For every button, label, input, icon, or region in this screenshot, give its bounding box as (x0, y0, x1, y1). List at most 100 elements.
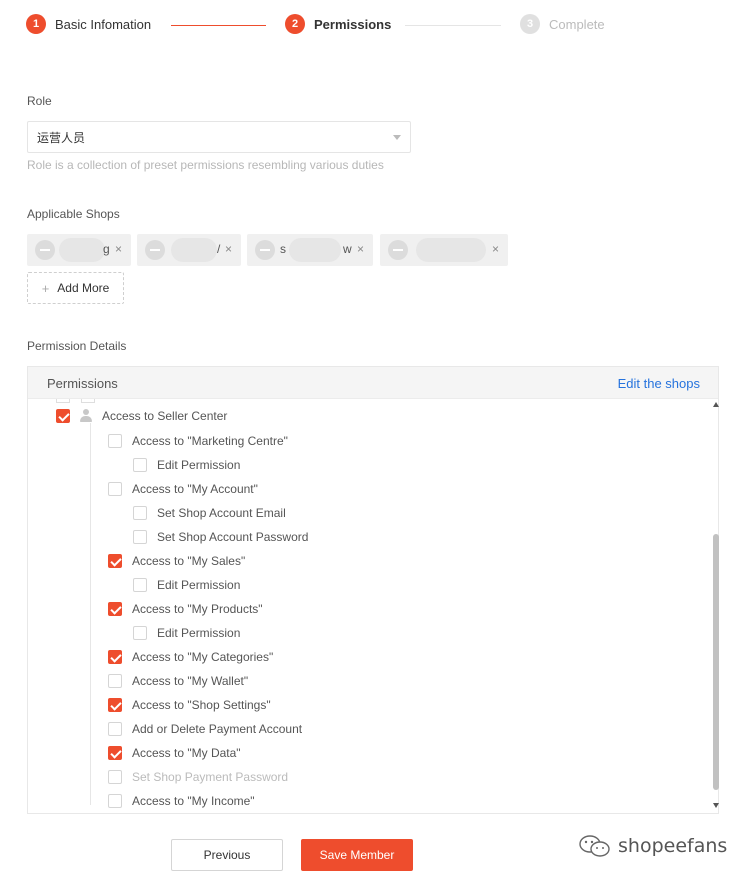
previous-button[interactable]: Previous (171, 839, 283, 871)
checkbox[interactable] (108, 434, 122, 448)
permission-label: Access to "My Data" (132, 746, 241, 760)
shop-tag: g × (27, 234, 131, 266)
checkbox[interactable] (108, 722, 122, 736)
permission-row[interactable]: Access to "My Wallet" (108, 671, 248, 691)
step-number: 1 (26, 14, 46, 34)
permission-row[interactable]: Access to "My Account" (108, 479, 258, 499)
permission-label: Access to "Shop Settings" (132, 698, 271, 712)
partial-checkbox (56, 399, 70, 403)
permission-label: Edit Permission (157, 626, 241, 640)
permission-row[interactable]: Edit Permission (133, 455, 240, 475)
permissions-header-title: Permissions (47, 376, 118, 391)
wechat-icon (579, 835, 610, 857)
shop-avatar-icon (255, 240, 275, 260)
step-label: Basic Infomation (55, 16, 152, 32)
checkbox[interactable] (108, 674, 122, 688)
edit-shops-link[interactable]: Edit the shops (618, 376, 700, 391)
permission-label: Set Shop Account Email (157, 506, 286, 520)
permission-row[interactable]: Access to "My Sales" (108, 551, 245, 571)
applicable-shops-label: Applicable Shops (27, 207, 120, 221)
checkbox[interactable] (133, 458, 147, 472)
redacted-shop-name (416, 238, 486, 262)
shop-name-fragment: / (217, 242, 221, 256)
shop-tag: × (380, 234, 508, 266)
checkbox[interactable] (108, 698, 122, 712)
step-permissions: 2 Permissions (285, 14, 391, 34)
permission-label: Access to "My Categories" (132, 650, 274, 664)
checkbox[interactable] (133, 530, 147, 544)
permission-row[interactable]: Access to "Shop Settings" (108, 695, 271, 715)
permission-label: Set Shop Payment Password (132, 770, 289, 784)
add-more-shops-button[interactable]: + Add More (27, 272, 124, 304)
checkbox[interactable] (56, 409, 70, 423)
permission-row-root[interactable]: Access to Seller Center (56, 406, 227, 426)
permission-label: Access to "My Sales" (132, 554, 246, 568)
checkbox[interactable] (133, 578, 147, 592)
shop-name-fragment: g (103, 242, 110, 256)
checkbox[interactable] (108, 746, 122, 760)
scroll-up-arrow-icon[interactable] (713, 402, 719, 407)
checkbox[interactable] (108, 650, 122, 664)
permission-label: Access to Seller Center (102, 409, 228, 423)
permission-label: Access to "My Wallet" (132, 674, 249, 688)
checkbox[interactable] (108, 554, 122, 568)
tree-guide-line (90, 423, 91, 805)
close-icon[interactable]: × (492, 242, 499, 256)
checkbox[interactable] (108, 602, 122, 616)
step-number: 2 (285, 14, 305, 34)
permission-label: Access to "My Products" (132, 602, 263, 616)
shop-tag: / × (137, 234, 241, 266)
permission-row[interactable]: Access to "My Income" (108, 791, 255, 811)
shop-avatar-icon (145, 240, 165, 260)
permission-row[interactable]: Set Shop Account Email (133, 503, 286, 523)
chevron-down-icon (393, 135, 401, 140)
step-label: Complete (549, 16, 605, 32)
close-icon[interactable]: × (115, 242, 122, 256)
step-label: Permissions (314, 16, 392, 32)
permission-row[interactable]: Access to "Marketing Centre" (108, 431, 288, 451)
permission-label: Access to "Marketing Centre" (132, 434, 288, 448)
permission-row[interactable]: Access to "My Data" (108, 743, 241, 763)
step-basic-information: 1 Basic Infomation (26, 14, 151, 34)
permission-label: Edit Permission (157, 578, 241, 592)
step-number: 3 (520, 14, 540, 34)
permission-row[interactable]: Access to "My Categories" (108, 647, 273, 667)
save-member-button[interactable]: Save Member (301, 839, 413, 871)
add-more-label: Add More (57, 281, 110, 295)
checkbox[interactable] (108, 482, 122, 496)
permission-row: Set Shop Payment Password (108, 767, 288, 787)
role-select[interactable]: 运营人员 (27, 121, 411, 153)
checkbox[interactable] (133, 626, 147, 640)
step-complete: 3 Complete (520, 14, 605, 34)
step-connector (405, 25, 501, 26)
shop-name-fragment: w (343, 242, 352, 256)
shop-avatar-icon (35, 240, 55, 260)
close-icon[interactable]: × (225, 242, 232, 256)
permission-details-label: Permission Details (27, 339, 127, 353)
permission-label: Set Shop Account Password (157, 530, 309, 544)
close-icon[interactable]: × (357, 242, 364, 256)
user-icon (79, 409, 93, 423)
permission-panel-header: Permissions Edit the shops (28, 367, 718, 399)
watermark: shopeefans (578, 833, 727, 859)
permission-panel: Permissions Edit the shops Access to Sel… (27, 366, 719, 814)
checkbox[interactable] (108, 794, 122, 808)
redacted-shop-name (59, 238, 105, 262)
permission-row[interactable]: Edit Permission (133, 575, 240, 595)
role-hint: Role is a collection of preset permissio… (27, 158, 384, 172)
shop-name-fragment: s (280, 242, 286, 256)
permission-row[interactable]: Add or Delete Payment Account (108, 719, 302, 739)
checkbox[interactable] (133, 506, 147, 520)
scrollbar[interactable] (712, 398, 720, 812)
scrollbar-thumb[interactable] (713, 534, 719, 790)
shop-avatar-icon (388, 240, 408, 260)
permission-row[interactable]: Edit Permission (133, 623, 240, 643)
scroll-down-arrow-icon[interactable] (713, 803, 719, 808)
role-select-value: 运营人员 (37, 130, 86, 145)
redacted-shop-name (289, 238, 341, 262)
permission-label: Access to "My Income" (132, 794, 255, 808)
progress-steps: 1 Basic Infomation 2 Permissions 3 Compl… (26, 14, 716, 38)
permission-row[interactable]: Set Shop Account Password (133, 527, 308, 547)
permission-row[interactable]: Access to "My Products" (108, 599, 263, 619)
permission-label: Access to "My Account" (132, 482, 258, 496)
